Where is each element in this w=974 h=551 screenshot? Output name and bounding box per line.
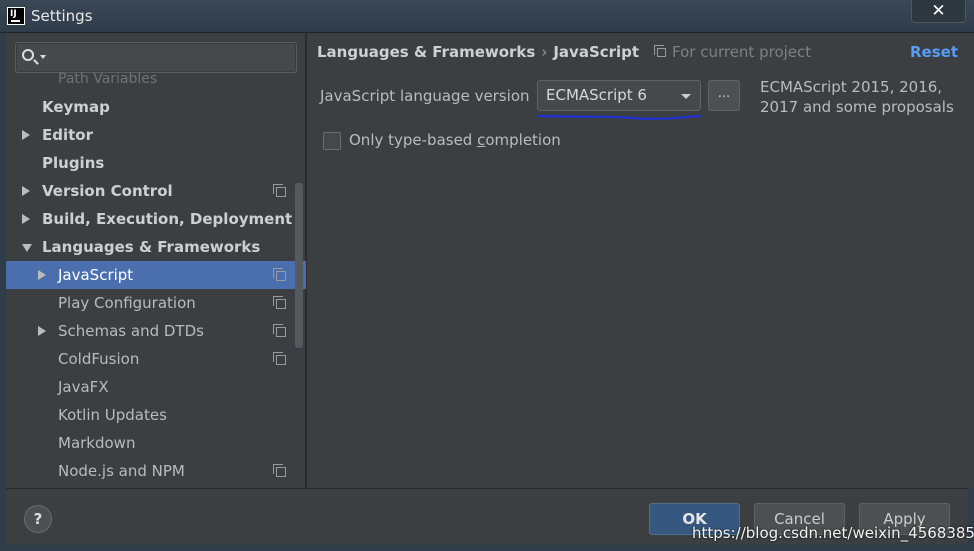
sidebar-item-editor[interactable]: Editor [6, 121, 306, 149]
title-bar: IJ Settings ✕ [0, 0, 974, 33]
project-scope-icon [273, 464, 286, 477]
close-window-button[interactable]: ✕ [911, 0, 966, 23]
window-frame-bottom [0, 545, 974, 551]
sidebar-item-plugins[interactable]: Plugins [6, 149, 306, 177]
breadcrumb-separator: › [541, 43, 548, 61]
sidebar-item-version-control[interactable]: Version Control [6, 177, 306, 205]
sidebar-item-path-variables[interactable]: Path Variables [6, 71, 306, 93]
search-icon [22, 49, 34, 61]
help-button[interactable]: ? [24, 505, 52, 533]
expand-down-arrow-icon[interactable] [22, 244, 32, 252]
expand-right-arrow-icon[interactable] [22, 130, 30, 140]
settings-tree: Path Variables Keymap Editor Plugins Version… [6, 71, 306, 488]
type-based-completion-checkbox[interactable] [323, 132, 341, 150]
checkbox-label-part: ompletion [485, 131, 561, 149]
sidebar-item-kotlin-updates[interactable]: Kotlin Updates [6, 401, 306, 429]
hand-drawn-underline [537, 114, 702, 120]
sidebar-item-label: Keymap [42, 98, 110, 116]
settings-content: Languages & Frameworks › JavaScript For cu… [307, 33, 974, 488]
breadcrumb-current: JavaScript [553, 43, 640, 61]
chevron-down-icon [681, 94, 691, 99]
scope-indicator: For current project [654, 43, 812, 61]
language-version-value: ECMAScript 6 [546, 86, 647, 104]
sidebar-scrollbar[interactable] [295, 183, 303, 348]
breadcrumb-parent: Languages & Frameworks [317, 43, 536, 61]
type-based-completion-label[interactable]: Only type-based completion [349, 131, 561, 149]
sidebar-item-label: Plugins [42, 154, 105, 172]
breadcrumb: Languages & Frameworks › JavaScript [317, 43, 639, 61]
sidebar-item-label: Markdown [58, 434, 136, 452]
intellij-app-icon: IJ [7, 7, 25, 25]
sidebar-item-coldfusion[interactable]: ColdFusion [6, 345, 306, 373]
sidebar-item-label: Path Variables [58, 71, 158, 87]
project-scope-icon [273, 296, 286, 309]
sidebar-item-languages-frameworks[interactable]: Languages & Frameworks [6, 233, 306, 261]
expand-right-arrow-icon[interactable] [22, 214, 30, 224]
expand-right-arrow-icon[interactable] [38, 326, 46, 336]
sidebar-item-label: JavaScript [58, 266, 134, 284]
sidebar-item-label: JavaFX [58, 378, 109, 396]
window-title: Settings [31, 7, 93, 25]
sidebar-item-label: ColdFusion [58, 350, 140, 368]
sidebar-item-label: Kotlin Updates [58, 406, 167, 424]
language-options-button[interactable]: ... [708, 80, 740, 111]
sidebar-item-label: Version Control [42, 182, 173, 200]
sidebar-item-play-configuration[interactable]: Play Configuration [6, 289, 306, 317]
sidebar-item-label: Build, Execution, Deployment [42, 210, 293, 228]
sidebar-item-schemas-and-dtds[interactable]: Schemas and DTDs [6, 317, 306, 345]
sidebar-item-label: Schemas and DTDs [58, 322, 204, 340]
reset-link[interactable]: Reset [910, 43, 958, 61]
project-scope-icon [273, 324, 286, 337]
search-input[interactable] [15, 42, 297, 73]
sidebar-item-node-js-and-npm[interactable]: Node.js and NPM [6, 457, 306, 485]
project-scope-icon [273, 268, 286, 281]
language-version-label: JavaScript language version [320, 87, 530, 105]
project-scope-icon [654, 45, 666, 57]
sidebar-item-label: Play Configuration [58, 294, 196, 312]
sidebar-item-label: Languages & Frameworks [42, 238, 261, 256]
sidebar-item-label: Editor [42, 126, 93, 144]
settings-sidebar: Path Variables Keymap Editor Plugins Version… [6, 33, 306, 488]
project-scope-icon [273, 352, 286, 365]
project-scope-icon [273, 184, 286, 197]
sidebar-item-javafx[interactable]: JavaFX [6, 373, 306, 401]
sidebar-item-markdown[interactable]: Markdown [6, 429, 306, 457]
sidebar-item-keymap[interactable]: Keymap [6, 93, 306, 121]
checkbox-label-part: Only type-based [349, 131, 478, 149]
watermark-url: https://blog.csdn.net/weixin_45683851 [692, 524, 974, 542]
sidebar-item-build-execution-deployment[interactable]: Build, Execution, Deployment [6, 205, 306, 233]
scope-label: For current project [672, 43, 812, 61]
language-version-select[interactable]: ECMAScript 6 [537, 80, 701, 111]
sidebar-item-label: Node.js and NPM [58, 462, 185, 480]
expand-right-arrow-icon[interactable] [22, 186, 30, 196]
chevron-down-icon[interactable] [40, 55, 46, 59]
sidebar-item-javascript[interactable]: JavaScript [6, 261, 306, 289]
language-version-description: ECMAScript 2015, 2016, 2017 and some pro… [760, 78, 954, 116]
expand-right-arrow-icon[interactable] [38, 270, 46, 280]
